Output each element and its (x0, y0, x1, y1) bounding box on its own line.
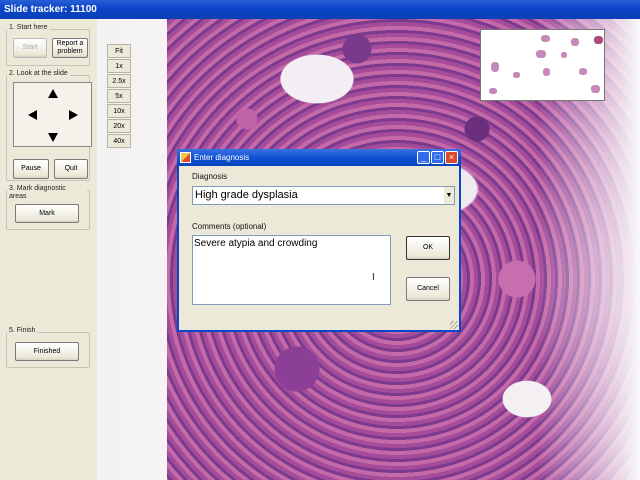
right-arrow-icon[interactable] (69, 110, 78, 120)
overview-tissue (491, 62, 499, 72)
finished-button[interactable]: Finished (15, 342, 79, 361)
overview-tissue (591, 85, 600, 93)
overview-tissue (594, 36, 603, 44)
quit-button[interactable]: Quit (54, 159, 88, 179)
control-panel: 1. Start here Start Report a problem 2. … (0, 19, 97, 480)
zoom-40x-button[interactable]: 40x (107, 134, 131, 148)
overview-tissue (489, 88, 497, 94)
minimize-icon[interactable]: _ (417, 151, 430, 164)
zoom-1x-button[interactable]: 1x (107, 59, 131, 73)
zoom-fit-button[interactable]: Fit (107, 44, 131, 58)
comments-textarea[interactable]: Severe atypia and crowding (192, 235, 391, 305)
overview-tissue (543, 68, 550, 76)
cancel-button[interactable]: Cancel (406, 277, 450, 301)
resize-grip[interactable] (450, 321, 458, 329)
diagnosis-select[interactable]: High grade dysplasia ▼ (192, 186, 455, 205)
start-group-title: 1. Start here (7, 24, 50, 31)
diagnosis-label: Diagnosis (192, 172, 228, 181)
mark-group-title: 3. Mark diagnostic areas (7, 185, 87, 201)
navigation-pad (13, 82, 92, 147)
dialog-title: Enter diagnosis (194, 153, 250, 162)
close-icon[interactable]: × (445, 151, 458, 164)
pause-button[interactable]: Pause (13, 159, 49, 179)
comments-label: Comments (optional) (192, 222, 267, 231)
zoom-2-5x-button[interactable]: 2.5x (107, 74, 131, 88)
dropdown-arrow-icon[interactable]: ▼ (444, 187, 454, 204)
slide-overview-thumbnail[interactable] (480, 29, 605, 101)
overview-tissue (579, 68, 587, 75)
i-beam-cursor-icon: I (372, 272, 375, 283)
diagnosis-value: High grade dysplasia (195, 189, 298, 201)
zoom-20x-button[interactable]: 20x (107, 119, 131, 133)
down-arrow-icon[interactable] (48, 133, 58, 142)
overview-tissue (536, 50, 546, 58)
overview-tissue (571, 38, 579, 46)
overview-tissue (561, 52, 567, 58)
left-arrow-icon[interactable] (28, 110, 37, 120)
report-problem-button[interactable]: Report a problem (52, 38, 88, 58)
enter-diagnosis-dialog: Enter diagnosis _ □ × Diagnosis High gra… (177, 149, 461, 332)
ok-button[interactable]: OK (406, 236, 450, 260)
app-title: Slide tracker: 11100 (0, 0, 640, 19)
zoom-5x-button[interactable]: 5x (107, 89, 131, 103)
app-icon (180, 152, 191, 163)
start-button[interactable]: Start (13, 38, 47, 58)
finish-group-title: 5. Finish (7, 327, 38, 334)
overview-tissue (513, 72, 520, 78)
zoom-10x-button[interactable]: 10x (107, 104, 131, 118)
dialog-title-bar[interactable]: Enter diagnosis _ □ × (177, 149, 461, 166)
maximize-icon[interactable]: □ (431, 151, 444, 164)
comments-value: Severe atypia and crowding (194, 238, 318, 249)
up-arrow-icon[interactable] (48, 89, 58, 98)
overview-tissue (541, 35, 550, 42)
look-group-title: 2. Look at the slide (7, 70, 70, 77)
mark-button[interactable]: Mark (15, 204, 79, 223)
